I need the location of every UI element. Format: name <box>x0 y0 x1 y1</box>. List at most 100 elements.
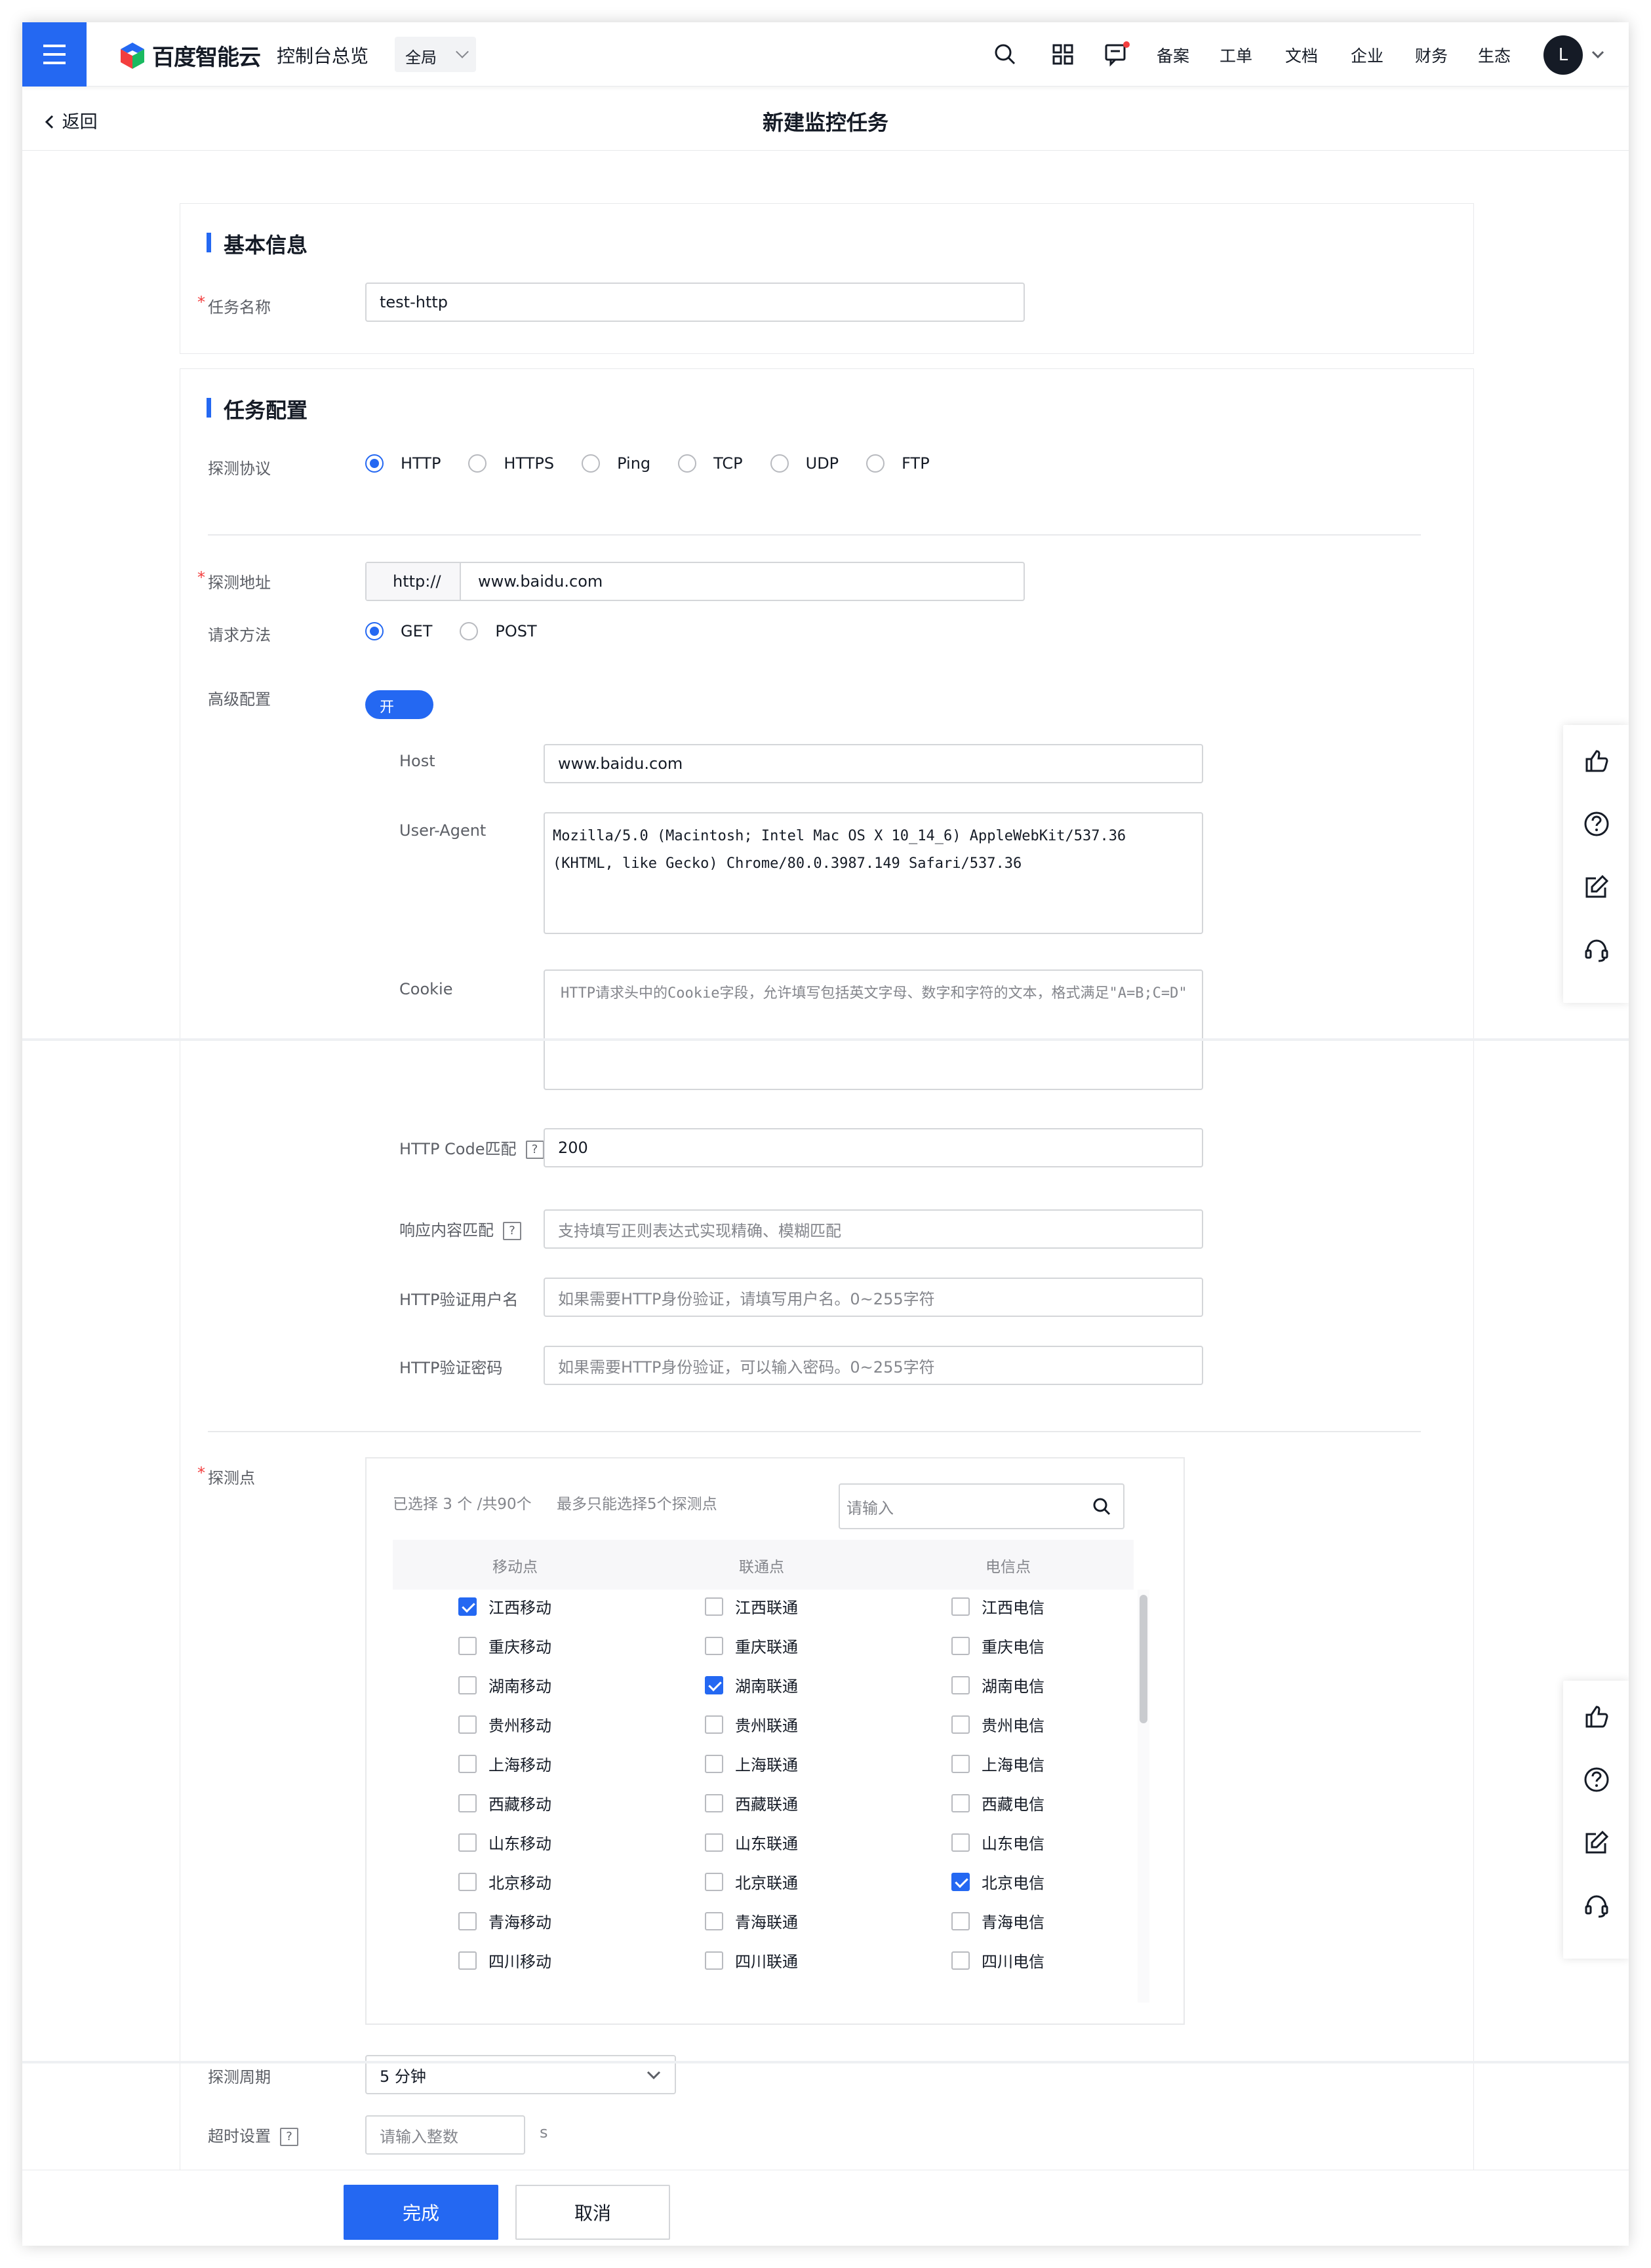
help-icon[interactable]: ? <box>525 1141 544 1159</box>
avatar[interactable]: L <box>1543 35 1583 75</box>
cookie-textarea[interactable]: HTTP请求头中的Cookie字段，允许填写包括英文字母、数字和字符的文本，格式… <box>544 969 1203 1090</box>
checkbox[interactable] <box>951 1754 970 1773</box>
radio-get[interactable] <box>365 622 384 640</box>
message-icon[interactable] <box>1103 39 1133 68</box>
probe-point-item[interactable]: 湖南电信 <box>951 1673 1044 1696</box>
checkbox[interactable] <box>458 1754 477 1773</box>
radio-ftp[interactable] <box>866 454 885 473</box>
scrollbar-thumb[interactable] <box>1140 1595 1147 1723</box>
apps-grid-icon[interactable] <box>1050 42 1075 67</box>
radio-http[interactable] <box>365 454 384 473</box>
nav-docs[interactable]: 文档 <box>1285 43 1318 67</box>
probe-point-item[interactable]: 江西移动 <box>458 1595 551 1618</box>
thumbs-up-icon[interactable] <box>1583 1703 1610 1730</box>
checkbox[interactable] <box>951 1636 970 1655</box>
checkbox[interactable] <box>705 1675 723 1694</box>
probe-point-item[interactable]: 山东电信 <box>951 1831 1044 1854</box>
content-match-input[interactable]: 支持填写正则表达式实现精确、模糊匹配 <box>544 1209 1203 1249</box>
submit-button[interactable]: 完成 <box>344 2185 498 2240</box>
chevron-down-icon[interactable] <box>1591 49 1605 60</box>
scope-select[interactable]: 全局 <box>395 37 476 72</box>
probe-point-item[interactable]: 山东联通 <box>705 1831 798 1854</box>
checkbox[interactable] <box>458 1597 477 1616</box>
probe-point-item[interactable]: 上海移动 <box>458 1752 551 1775</box>
nav-enterprise[interactable]: 企业 <box>1351 43 1383 67</box>
probe-search-input[interactable]: 请输入 <box>839 1483 1124 1529</box>
probe-point-item[interactable]: 重庆联通 <box>705 1634 798 1657</box>
host-input[interactable]: www.baidu.com <box>544 744 1203 783</box>
checkbox[interactable] <box>458 1833 477 1852</box>
checkbox[interactable] <box>705 1833 723 1852</box>
probe-point-item[interactable]: 北京电信 <box>951 1870 1044 1893</box>
radio-tcp[interactable] <box>678 454 697 473</box>
checkbox[interactable] <box>458 1872 477 1891</box>
checkbox[interactable] <box>458 1675 477 1694</box>
probe-point-item[interactable]: 四川电信 <box>951 1949 1044 1972</box>
probe-point-item[interactable]: 江西联通 <box>705 1595 798 1618</box>
edit-icon[interactable] <box>1583 1829 1610 1856</box>
probe-point-item[interactable]: 青海联通 <box>705 1909 798 1932</box>
checkbox[interactable] <box>705 1793 723 1812</box>
checkbox[interactable] <box>458 1715 477 1734</box>
radio-udp[interactable] <box>770 454 789 473</box>
radio-post[interactable] <box>460 622 479 640</box>
help-icon[interactable]: ? <box>280 2128 298 2146</box>
checkbox[interactable] <box>951 1951 970 1970</box>
scrollbar-track[interactable] <box>1138 1590 1149 2003</box>
checkbox[interactable] <box>951 1793 970 1812</box>
probe-point-item[interactable]: 湖南移动 <box>458 1673 551 1696</box>
address-input[interactable]: http:// www.baidu.com <box>365 562 1025 601</box>
probe-point-item[interactable]: 上海电信 <box>951 1752 1044 1775</box>
checkbox[interactable] <box>705 1597 723 1616</box>
probe-point-item[interactable]: 四川联通 <box>705 1949 798 1972</box>
checkbox[interactable] <box>951 1911 970 1930</box>
probe-point-item[interactable]: 贵州联通 <box>705 1713 798 1736</box>
help-circle-icon[interactable] <box>1583 810 1610 838</box>
checkbox[interactable] <box>705 1636 723 1655</box>
nav-beian[interactable]: 备案 <box>1157 43 1189 67</box>
nav-ecosystem[interactable]: 生态 <box>1478 43 1511 67</box>
checkbox[interactable] <box>705 1754 723 1773</box>
advanced-switch[interactable]: 开 <box>365 690 433 719</box>
headset-icon[interactable] <box>1583 936 1610 964</box>
probe-point-item[interactable]: 湖南联通 <box>705 1673 798 1696</box>
probe-point-item[interactable]: 重庆移动 <box>458 1634 551 1657</box>
nav-finance[interactable]: 财务 <box>1415 43 1448 67</box>
nav-ticket[interactable]: 工单 <box>1220 43 1252 67</box>
probe-point-item[interactable]: 青海移动 <box>458 1909 551 1932</box>
probe-point-item[interactable]: 上海联通 <box>705 1752 798 1775</box>
checkbox[interactable] <box>458 1951 477 1970</box>
checkbox[interactable] <box>951 1872 970 1891</box>
checkbox[interactable] <box>458 1793 477 1812</box>
checkbox[interactable] <box>951 1597 970 1616</box>
edit-icon[interactable] <box>1583 873 1610 901</box>
menu-icon[interactable] <box>22 22 87 87</box>
checkbox[interactable] <box>951 1833 970 1852</box>
probe-point-item[interactable]: 贵州电信 <box>951 1713 1044 1736</box>
probe-point-item[interactable]: 西藏电信 <box>951 1791 1044 1814</box>
thumbs-up-icon[interactable] <box>1583 747 1610 775</box>
probe-point-item[interactable]: 青海电信 <box>951 1909 1044 1932</box>
http-code-input[interactable]: 200 <box>544 1128 1203 1167</box>
probe-point-item[interactable]: 北京移动 <box>458 1870 551 1893</box>
task-name-input[interactable]: test-http <box>365 283 1025 322</box>
probe-point-item[interactable]: 西藏联通 <box>705 1791 798 1814</box>
checkbox[interactable] <box>951 1675 970 1694</box>
probe-point-item[interactable]: 贵州移动 <box>458 1713 551 1736</box>
search-icon[interactable] <box>1092 1496 1111 1516</box>
brand-logo[interactable]: 百度智能云 <box>118 39 261 71</box>
timeout-input[interactable]: 请输入整数 <box>365 2115 525 2155</box>
checkbox[interactable] <box>705 1715 723 1734</box>
search-icon[interactable] <box>993 42 1018 67</box>
probe-point-item[interactable]: 重庆电信 <box>951 1634 1044 1657</box>
checkbox[interactable] <box>705 1951 723 1970</box>
cancel-button[interactable]: 取消 <box>515 2185 670 2240</box>
radio-https[interactable] <box>468 454 487 473</box>
probe-point-item[interactable]: 北京联通 <box>705 1870 798 1893</box>
console-overview-link[interactable]: 控制台总览 <box>277 42 368 68</box>
checkbox[interactable] <box>705 1872 723 1891</box>
http-password-input[interactable]: 如果需要HTTP身份验证，可以输入密码。0~255字符 <box>544 1346 1203 1385</box>
checkbox[interactable] <box>458 1911 477 1930</box>
probe-point-item[interactable]: 山东移动 <box>458 1831 551 1854</box>
http-username-input[interactable]: 如果需要HTTP身份验证，请填写用户名。0~255字符 <box>544 1278 1203 1317</box>
